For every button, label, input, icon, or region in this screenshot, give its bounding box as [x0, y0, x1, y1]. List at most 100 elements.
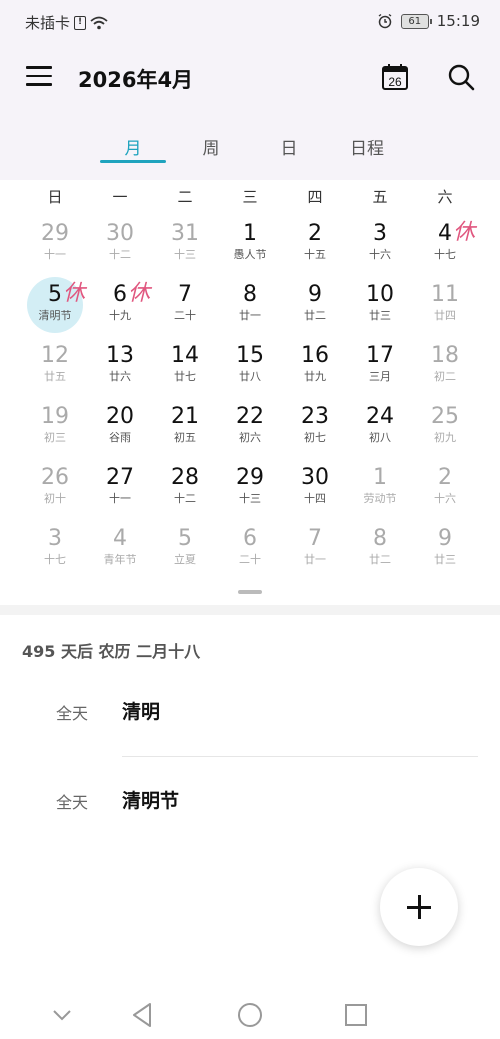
day-number: 30 — [301, 465, 329, 490]
lunar-label: 十七 — [434, 248, 456, 261]
day-cell[interactable]: 3 十七 — [25, 525, 85, 583]
lunar-label: 十九 — [109, 309, 131, 322]
day-cell[interactable]: 7 二十 — [155, 281, 215, 339]
lunar-label: 三月 — [369, 370, 391, 383]
day-cell[interactable]: 20 谷雨 — [90, 403, 150, 461]
day-cell[interactable]: 2 十六 — [415, 464, 475, 522]
day-cell[interactable]: 15 廿八 — [220, 342, 280, 400]
weekday-header: 日 一 二 三 四 五 六 — [0, 180, 500, 210]
day-number: 12 — [41, 343, 69, 368]
day-cell[interactable]: 11 廿四 — [415, 281, 475, 339]
day-number: 9 — [438, 526, 452, 551]
lunar-label: 二十 — [174, 309, 196, 322]
day-number: 25 — [431, 404, 459, 429]
tab-agenda[interactable]: 日程 — [334, 134, 400, 159]
day-cell[interactable]: 5 立夏 — [155, 525, 215, 583]
menu-button[interactable] — [26, 66, 52, 88]
lunar-label: 初三 — [44, 431, 66, 444]
day-cell[interactable]: 4 十七休 — [415, 220, 475, 278]
event-item[interactable]: 全天 清明节 — [0, 771, 500, 831]
day-cell[interactable]: 6 十九休 — [90, 281, 150, 339]
day-number: 3 — [373, 221, 387, 246]
day-number: 1 — [243, 221, 257, 246]
lunar-label: 十三 — [239, 492, 261, 505]
day-cell[interactable]: 31 十三 — [155, 220, 215, 278]
day-cell[interactable]: 3 十六 — [350, 220, 410, 278]
day-number: 20 — [106, 404, 134, 429]
search-button[interactable] — [446, 62, 476, 92]
day-cell[interactable]: 26 初十 — [25, 464, 85, 522]
weekday-label: 二 — [177, 188, 193, 206]
day-cell[interactable]: 24 初八 — [350, 403, 410, 461]
lunar-label: 十六 — [434, 492, 456, 505]
day-cell[interactable]: 6 二十 — [220, 525, 280, 583]
home-button[interactable] — [230, 997, 270, 1033]
menu-icon-line — [26, 83, 52, 86]
month-title[interactable]: 2026年4月 — [78, 64, 193, 94]
lunar-label: 廿一 — [304, 553, 326, 566]
tab-indicator — [100, 160, 166, 163]
lunar-label: 二十 — [239, 553, 261, 566]
day-cell[interactable]: 18 初二 — [415, 342, 475, 400]
day-number: 17 — [366, 343, 394, 368]
day-cell[interactable]: 5 清明节休 — [25, 277, 85, 339]
day-number: 16 — [301, 343, 329, 368]
day-cell[interactable]: 29 十三 — [220, 464, 280, 522]
day-cell[interactable]: 30 十四 — [285, 464, 345, 522]
day-cell[interactable]: 27 十一 — [90, 464, 150, 522]
day-cell[interactable]: 25 初九 — [415, 403, 475, 461]
tab-month[interactable]: 月 — [100, 134, 166, 159]
alarm-icon — [378, 13, 392, 29]
drag-handle[interactable] — [238, 590, 262, 594]
day-cell[interactable]: 9 廿三 — [415, 525, 475, 583]
hide-keyboard-button[interactable] — [42, 997, 82, 1033]
day-number: 29 — [41, 221, 69, 246]
day-cell[interactable]: 4 青年节 — [90, 525, 150, 583]
day-cell[interactable]: 9 廿二 — [285, 281, 345, 339]
day-number: 5 — [178, 526, 192, 551]
lunar-label: 十七 — [44, 553, 66, 566]
menu-icon — [26, 66, 52, 69]
day-cell[interactable]: 29 十一 — [25, 220, 85, 278]
day-number: 9 — [308, 282, 322, 307]
lunar-label: 廿五 — [44, 370, 66, 383]
day-cell[interactable]: 22 初六 — [220, 403, 280, 461]
day-cell[interactable]: 14 廿七 — [155, 342, 215, 400]
day-cell[interactable]: 21 初五 — [155, 403, 215, 461]
day-cell[interactable]: 19 初三 — [25, 403, 85, 461]
status-bar: 未插卡 ! 61 15:19 — [0, 0, 500, 44]
day-cell[interactable]: 30 十二 — [90, 220, 150, 278]
recents-button[interactable] — [336, 997, 376, 1033]
day-cell[interactable]: 8 廿一 — [220, 281, 280, 339]
day-cell[interactable]: 23 初七 — [285, 403, 345, 461]
day-cell[interactable]: 28 十二 — [155, 464, 215, 522]
event-item[interactable]: 全天 清明 — [0, 682, 500, 742]
day-cell[interactable]: 12 廿五 — [25, 342, 85, 400]
tab-week[interactable]: 周 — [178, 134, 244, 159]
lunar-label: 十五 — [304, 248, 326, 261]
day-cell[interactable]: 1 愚人节 — [220, 220, 280, 278]
day-cell[interactable]: 7 廿一 — [285, 525, 345, 583]
back-button[interactable] — [122, 997, 162, 1033]
day-number: 7 — [178, 282, 192, 307]
day-cell[interactable]: 2 十五 — [285, 220, 345, 278]
holiday-rest-mark: 休 — [63, 281, 86, 306]
day-cell[interactable]: 16 廿九 — [285, 342, 345, 400]
day-cell[interactable]: 17 三月 — [350, 342, 410, 400]
today-button[interactable]: 26 — [380, 62, 410, 92]
app-bar: 2026年4月 26 — [0, 50, 500, 106]
day-number: 15 — [236, 343, 264, 368]
tab-day[interactable]: 日 — [256, 134, 322, 159]
day-cell[interactable]: 13 廿六 — [90, 342, 150, 400]
event-separator — [122, 756, 478, 757]
lunar-label: 廿七 — [174, 370, 196, 383]
add-event-button[interactable] — [380, 868, 458, 946]
month-grid: 29 十一 30 十二 31 十三 1 愚人节 2 十五 3 十六 4 十七休 5 清明节休 6 十九休 7 二十 8 廿… — [0, 210, 500, 600]
lunar-label: 十三 — [174, 248, 196, 261]
day-cell[interactable]: 8 廿二 — [350, 525, 410, 583]
battery-icon: 61 — [400, 13, 432, 29]
day-number: 8 — [373, 526, 387, 551]
day-cell[interactable]: 10 廿三 — [350, 281, 410, 339]
lunar-label: 廿九 — [304, 370, 326, 383]
day-cell[interactable]: 1 劳动节 — [350, 464, 410, 522]
